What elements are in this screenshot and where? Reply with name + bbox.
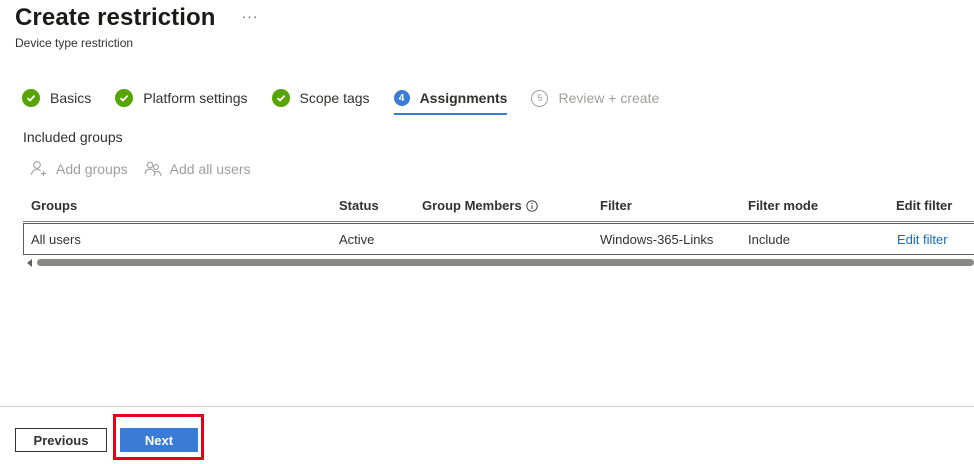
column-header-filter-mode[interactable]: Filter mode [748,198,818,213]
column-header-status[interactable]: Status [339,198,379,213]
checkmark-icon [22,89,40,107]
step-label: Review + create [558,90,660,106]
step-assignments[interactable]: 4 Assignments [393,86,508,115]
checkmark-icon [271,89,290,107]
step-number-badge: 4 [393,90,410,106]
add-person-icon [30,160,48,178]
step-number-badge: 5 [531,89,549,107]
column-header-groups[interactable]: Groups [31,198,77,213]
wizard-steps: Basics Platform settings Scope tags 4 As… [22,86,683,116]
people-icon [144,160,162,178]
cell-group: All users [31,231,81,247]
table-row[interactable]: All users Active Windows-365-Links Inclu… [23,223,974,255]
action-bar: Add groups Add all users [30,160,267,178]
included-groups-heading: Included groups [23,129,123,145]
assignments-table: Groups Status Group Members Filter Filte… [23,190,974,255]
cell-filter: Windows-365-Links [600,231,714,247]
step-basics[interactable]: Basics [22,86,91,110]
column-header-label: Group Members [422,198,522,213]
scroll-left-arrow-icon[interactable] [25,258,35,267]
cell-status: Active [339,231,375,247]
column-header-edit-filter[interactable]: Edit filter [896,198,952,213]
column-header-filter[interactable]: Filter [600,198,632,213]
page-subtitle: Device type restriction [15,36,134,50]
more-options-button[interactable]: ··· [242,8,259,24]
title-row: Create restriction ··· [15,4,259,32]
table-header: Groups Status Group Members Filter Filte… [23,190,974,222]
next-button[interactable]: Next [120,428,198,452]
step-label: Assignments [419,90,508,106]
add-groups-label: Add groups [56,161,128,177]
info-icon[interactable] [526,199,538,212]
page-title: Create restriction [15,4,216,31]
horizontal-scrollbar[interactable] [25,258,974,267]
checkmark-icon [115,89,134,107]
add-all-users-button[interactable]: Add all users [144,160,251,178]
column-header-group-members[interactable]: Group Members [422,198,538,213]
footer-bar: Previous Next [0,406,974,464]
step-review-create[interactable]: 5 Review + create [531,86,659,110]
step-label: Basics [50,90,92,106]
edit-filter-link[interactable]: Edit filter [897,232,948,247]
step-platform-settings[interactable]: Platform settings [115,86,248,110]
cell-filter-mode: Include [748,231,790,247]
add-all-users-label: Add all users [169,161,251,177]
step-label: Platform settings [143,90,248,106]
previous-button[interactable]: Previous [15,428,107,452]
step-scope-tags[interactable]: Scope tags [271,86,370,110]
scrollbar-thumb[interactable] [37,259,974,266]
add-groups-button[interactable]: Add groups [30,160,128,178]
step-label: Scope tags [299,90,370,106]
page-header: Create restriction ··· Device type restr… [15,4,259,50]
